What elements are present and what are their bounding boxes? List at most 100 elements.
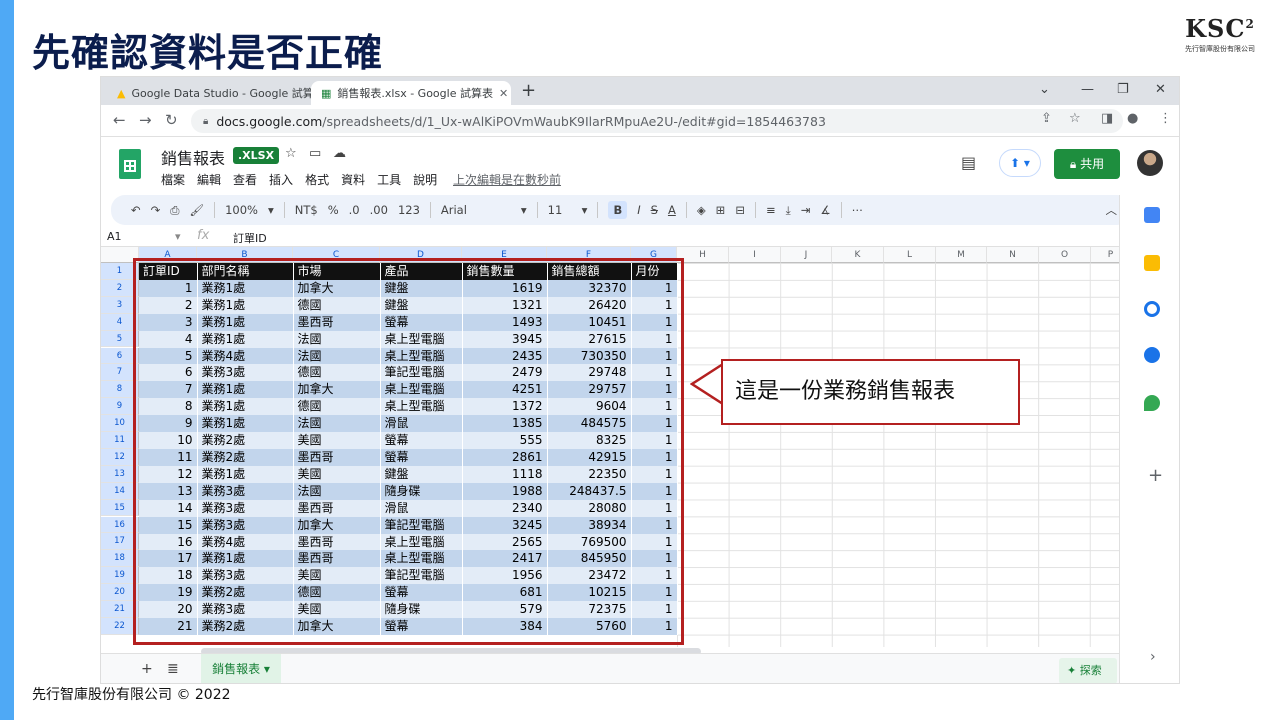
url-field[interactable]: 🔒︎ docs.google.com/spreadsheets/d/1_Ux-w… (191, 109, 1123, 133)
menu-data[interactable]: 資料 (341, 171, 365, 188)
sheets-icon: ▦ (321, 86, 332, 100)
menu-help[interactable]: 說明 (413, 171, 437, 188)
increase-decimal-button[interactable]: .00 (370, 203, 388, 217)
chevron-down-icon[interactable]: ⌄ (1039, 82, 1050, 97)
menu-format[interactable]: 格式 (305, 171, 329, 188)
chevron-down-icon[interactable]: ▾ (175, 230, 181, 243)
chevron-right-icon[interactable]: › (1150, 649, 1156, 665)
calendar-icon[interactable] (1144, 207, 1160, 223)
explore-button[interactable]: ✦ 探索 (1059, 658, 1117, 683)
column-header[interactable]: O (1039, 247, 1091, 263)
vertical-align-icon[interactable]: ⤓ (786, 203, 791, 218)
slide-title: 先確認資料是否正確 (32, 31, 384, 75)
currency-button[interactable]: NT$ (295, 203, 318, 217)
more-options-icon[interactable]: ⋯ (852, 203, 864, 217)
name-box[interactable]: A1 (107, 230, 122, 243)
add-addon-icon[interactable]: + (1148, 465, 1163, 486)
column-header[interactable]: M (936, 247, 987, 263)
paint-format-icon[interactable]: 🖌︎ (189, 203, 204, 217)
text-color-icon[interactable]: A (668, 203, 676, 217)
tab-title: 銷售報表.xlsx - Google 試算表 (337, 87, 493, 100)
keep-icon[interactable] (1144, 255, 1160, 271)
number-format-select[interactable]: 123 (398, 203, 420, 217)
undo-icon[interactable]: ↶ (131, 203, 141, 217)
share-label: 共用 (1080, 157, 1105, 171)
column-header[interactable]: K (832, 247, 884, 263)
column-header[interactable]: I (729, 247, 781, 263)
print-icon[interactable]: ⎙ (170, 203, 179, 218)
horizontal-align-icon[interactable]: ≡ (766, 203, 776, 217)
comments-icon[interactable]: ▤ (961, 153, 976, 172)
last-edit-link[interactable]: 上次編輯是在數秒前 (453, 171, 561, 188)
borders-icon[interactable]: ⊞ (716, 203, 726, 217)
formula-input[interactable]: 訂單ID (233, 230, 267, 246)
strikethrough-icon[interactable]: S (651, 203, 658, 217)
share-button[interactable]: 🔒︎ 共用 (1054, 149, 1120, 179)
fx-icon: fx (197, 228, 210, 243)
browser-tab-data-studio[interactable]: ▲ Google Data Studio - Google 試算表 ✕ (107, 81, 311, 105)
cloud-status-icon[interactable]: ☁ (333, 146, 346, 161)
column-header[interactable]: J (781, 247, 832, 263)
maps-icon[interactable] (1144, 395, 1160, 411)
window-close-icon[interactable]: ✕ (1155, 82, 1166, 97)
fill-color-icon[interactable]: ◈ (697, 203, 706, 217)
text-rotation-icon[interactable]: ∡ (820, 203, 830, 217)
merge-cells-icon[interactable]: ⊟ (735, 203, 745, 217)
menu-edit[interactable]: 編輯 (197, 171, 221, 188)
font-select[interactable]: Arial (441, 203, 511, 217)
chevron-down-icon[interactable]: ▾ (268, 203, 274, 217)
collapse-toolbar-icon[interactable]: ︿ (1106, 202, 1118, 218)
column-header[interactable]: N (987, 247, 1039, 263)
redo-icon[interactable]: ↷ (151, 203, 161, 217)
more-menu-icon[interactable]: ⋮ (1159, 111, 1172, 126)
menu-file[interactable]: 檔案 (161, 171, 185, 188)
side-panel-icon[interactable]: ◨ (1101, 111, 1113, 126)
browser-tab-sheets[interactable]: ▦ 銷售報表.xlsx - Google 試算表 ✕ (311, 81, 511, 105)
empty-cells[interactable] (677, 263, 1131, 647)
menu-tools[interactable]: 工具 (377, 171, 401, 188)
zoom-select[interactable]: 100% (225, 203, 258, 217)
move-folder-icon[interactable]: ▭ (309, 146, 321, 161)
column-header[interactable]: L (884, 247, 936, 263)
restore-icon[interactable]: ❐ (1117, 82, 1129, 97)
back-icon[interactable]: ← (113, 111, 126, 129)
all-sheets-icon[interactable]: ≣ (167, 661, 179, 677)
document-title[interactable]: 銷售報表 (161, 145, 225, 169)
contacts-icon[interactable] (1144, 347, 1160, 363)
ksc-logo: KSC2 先行智庫股份有限公司 (1170, 14, 1270, 66)
minimize-icon[interactable]: — (1081, 82, 1094, 97)
new-tab-icon[interactable]: + (521, 80, 536, 101)
chevron-down-icon[interactable]: ▾ (582, 203, 588, 217)
menu-insert[interactable]: 插入 (269, 171, 293, 188)
divider (214, 202, 216, 218)
side-panel: + › (1119, 195, 1179, 683)
close-icon[interactable]: ✕ (499, 87, 508, 100)
copyright-footer: 先行智庫股份有限公司 © 2022 (32, 687, 231, 703)
forward-icon[interactable]: → (139, 111, 152, 129)
sheet-tab[interactable]: 銷售報表 ▾ (201, 654, 281, 683)
menu-view[interactable]: 查看 (233, 171, 257, 188)
column-header[interactable]: H (677, 247, 729, 263)
bookmark-star-icon[interactable]: ☆ (1069, 111, 1081, 126)
add-sheet-icon[interactable]: + (141, 661, 153, 677)
avatar[interactable] (1137, 150, 1163, 176)
profile-avatar[interactable]: ● (1127, 111, 1138, 126)
sheets-logo-icon[interactable] (119, 149, 141, 179)
url-path: /spreadsheets/d/1_Ux-wAlKiPOVmWaubK9Ilar… (322, 113, 826, 129)
logo-sup: 2 (1245, 17, 1255, 31)
reload-icon[interactable]: ↻ (165, 111, 178, 129)
percent-button[interactable]: % (328, 203, 339, 217)
font-size-select[interactable]: 11 (548, 203, 572, 217)
present-button[interactable]: ⬆ ▾ (999, 149, 1041, 177)
star-icon[interactable]: ☆ (285, 146, 297, 161)
divider (754, 202, 756, 218)
decrease-decimal-button[interactable]: .0 (349, 203, 360, 217)
tab-strip: ▲ Google Data Studio - Google 試算表 ✕ ▦ 銷售… (101, 77, 1179, 105)
share-page-icon[interactable]: ⇪ (1041, 111, 1052, 126)
logo-text: KSC (1185, 14, 1246, 43)
chevron-down-icon[interactable]: ▾ (521, 203, 527, 217)
italic-icon[interactable]: I (637, 203, 640, 217)
tasks-icon[interactable] (1144, 301, 1160, 317)
text-wrap-icon[interactable]: ⇥ (801, 203, 811, 217)
bold-icon[interactable]: B (608, 201, 628, 219)
